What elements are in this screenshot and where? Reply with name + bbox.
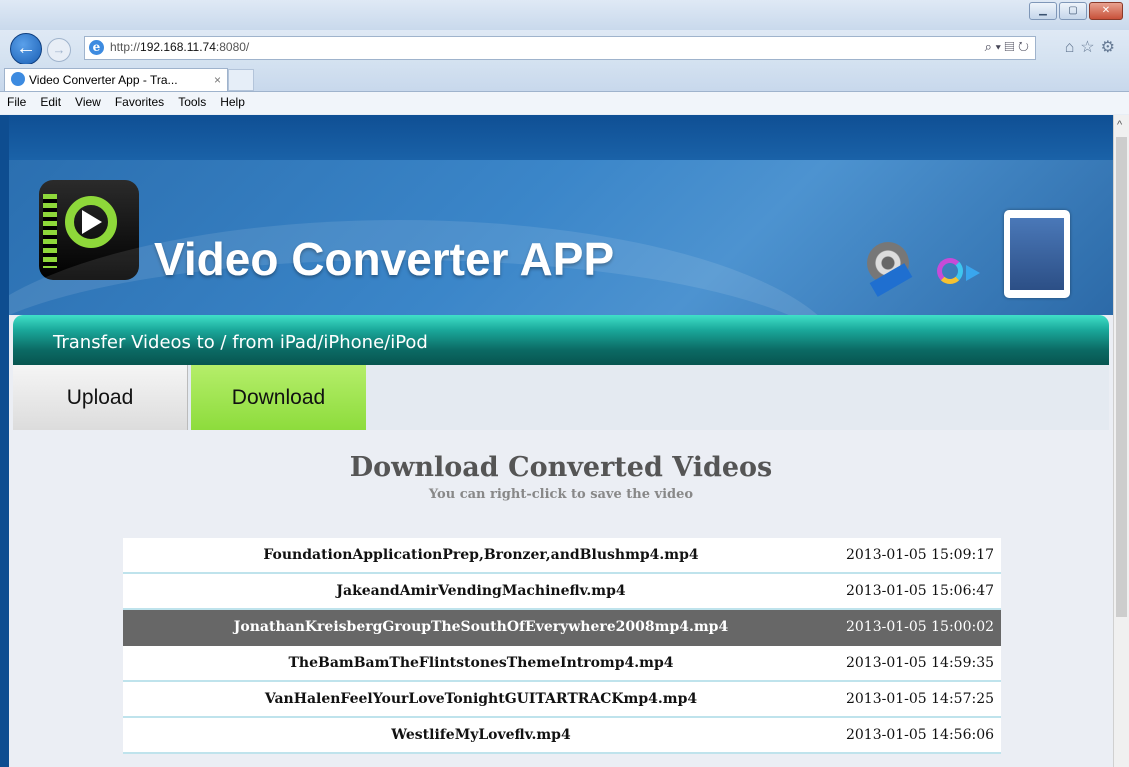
file-row[interactable]: WestlifeMyLoveflv.mp4 2013-01-05 14:56:0… <box>123 718 1001 754</box>
file-link[interactable]: JakeandAmirVendingMachineflv.mp4 <box>123 574 839 608</box>
file-link[interactable]: VanHalenFeelYourLoveTonightGUITARTRACKmp… <box>123 682 839 716</box>
scroll-up-icon[interactable]: ^ <box>1117 119 1122 131</box>
file-date: 2013-01-05 14:59:35 <box>845 655 995 671</box>
menu-bar: File Edit View Favorites Tools Help <box>0 92 1129 114</box>
arrow-right-icon <box>966 265 980 281</box>
file-link[interactable]: FoundationApplicationPrep,Bronzer,andBlu… <box>123 538 839 572</box>
file-date: 2013-01-05 15:06:47 <box>845 583 995 599</box>
browser-tab-video-converter[interactable]: Video Converter App - Tra... × <box>4 68 228 91</box>
tab-download[interactable]: Download <box>191 365 366 430</box>
file-row[interactable]: TheBamBamTheFlintstonesThemeIntromp4.mp4… <box>123 646 1001 682</box>
url-host: 192.168.11.74 <box>140 40 216 54</box>
scrollbar-thumb[interactable] <box>1116 137 1127 617</box>
tab-title: Video Converter App - Tra... <box>29 73 178 87</box>
video-file-list: FoundationApplicationPrep,Bronzer,andBlu… <box>123 538 1001 754</box>
new-tab-button[interactable] <box>228 69 254 91</box>
home-favorites-settings-icons[interactable]: ⌂☆⚙ <box>1065 37 1121 57</box>
window-controls: ▁ ▢ ✕ <box>1029 2 1123 20</box>
download-panel: Download Converted Videos You can right-… <box>13 430 1109 767</box>
file-row[interactable]: VanHalenFeelYourLoveTonightGUITARTRACKmp… <box>123 682 1001 718</box>
menu-edit[interactable]: Edit <box>33 92 68 109</box>
url-prefix: http:// <box>110 40 141 54</box>
maximize-button[interactable]: ▢ <box>1059 2 1087 20</box>
file-link[interactable]: WestlifeMyLoveflv.mp4 <box>123 718 839 752</box>
play-icon <box>82 210 102 234</box>
close-window-button[interactable]: ✕ <box>1089 2 1123 20</box>
file-date: 2013-01-05 15:00:02 <box>845 619 995 635</box>
window-titlebar: ▁ ▢ ✕ <box>0 0 1129 30</box>
file-row-selected[interactable]: JonathanKreisbergGroupTheSouthOfEverywhe… <box>123 610 1001 646</box>
menu-view[interactable]: View <box>68 92 108 109</box>
subtitle-text: Transfer Videos to / from iPad/iPhone/iP… <box>53 332 428 353</box>
address-tools[interactable]: ⌕ ▾ ▤ ↻ <box>985 39 1029 55</box>
menu-tools[interactable]: Tools <box>171 92 213 109</box>
ie-tab-icon <box>11 72 25 86</box>
tab-strip: Video Converter App - Tra... × <box>0 64 1129 92</box>
menu-favorites[interactable]: Favorites <box>108 92 171 109</box>
minimize-button[interactable]: ▁ <box>1029 2 1057 20</box>
film-strip-icon <box>43 194 57 268</box>
file-row[interactable]: FoundationApplicationPrep,Bronzer,andBlu… <box>123 538 1001 574</box>
file-row[interactable]: JakeandAmirVendingMachineflv.mp4 2013-01… <box>123 574 1001 610</box>
file-date: 2013-01-05 15:09:17 <box>845 547 995 563</box>
app-title: Video Converter APP <box>154 233 615 285</box>
ipad-screen <box>1010 218 1064 290</box>
file-link[interactable]: TheBamBamTheFlintstonesThemeIntromp4.mp4 <box>123 646 839 680</box>
subtitle-bar: Transfer Videos to / from iPad/iPhone/iP… <box>13 315 1109 365</box>
url-suffix: :8080/ <box>215 40 250 54</box>
menu-file[interactable]: File <box>0 92 33 109</box>
url-text[interactable]: http://192.168.11.74:8080/ <box>110 40 249 54</box>
video-converter-logo-icon <box>39 180 139 280</box>
page-top-band <box>9 115 1113 160</box>
file-date: 2013-01-05 14:57:25 <box>845 691 995 707</box>
address-bar[interactable]: e http://192.168.11.74:8080/ ⌕ ▾ ▤ ↻ <box>84 36 1036 60</box>
app-header-banner: Video Converter APP <box>9 160 1113 315</box>
ipad-device-icon <box>1004 210 1070 298</box>
page-viewport: Video Converter APP Transfer Videos to /… <box>0 115 1113 767</box>
tab-close-icon[interactable]: × <box>214 69 221 91</box>
navigation-bar: ← → e http://192.168.11.74:8080/ ⌕ ▾ ▤ ↻… <box>0 30 1129 65</box>
menu-help[interactable]: Help <box>213 92 252 109</box>
ie-page-icon: e <box>89 40 104 55</box>
tab-upload[interactable]: Upload <box>13 365 188 430</box>
file-link[interactable]: JonathanKreisbergGroupTheSouthOfEverywhe… <box>123 610 839 644</box>
back-button[interactable]: ← <box>10 33 42 65</box>
vertical-scrollbar[interactable]: ^ <box>1113 115 1129 767</box>
download-hint: You can right-click to save the video <box>428 487 694 502</box>
file-date: 2013-01-05 14:56:06 <box>845 727 995 743</box>
section-tabs: Upload Download <box>13 365 1109 430</box>
download-heading: Download Converted Videos <box>349 452 773 483</box>
convert-circle-icon <box>937 258 963 284</box>
forward-button[interactable]: → <box>47 38 71 62</box>
